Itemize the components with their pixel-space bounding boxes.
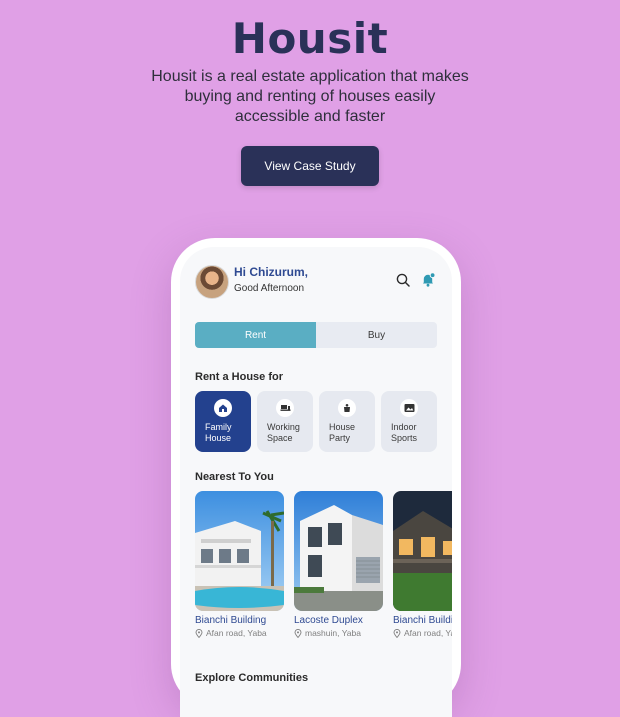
location-pin-icon [393,628,401,638]
house-icon [214,399,232,417]
category-working-space[interactable]: Working Space [257,391,313,452]
property-location-text: mashuin, Yaba [305,628,361,638]
location-pin-icon [195,628,203,638]
property-card[interactable]: Bianchi Building Afan road, Yaba [195,491,284,638]
property-card[interactable]: Lacoste Duplex mashuin, Yaba [294,491,383,638]
property-image [393,491,452,611]
explore-section-title: Explore Communities [195,672,309,684]
bell-icon [423,272,436,287]
property-name: Bianchi Building [393,615,452,626]
rent-tab[interactable]: Rent [195,322,316,348]
phone-mockup: Hi Chizurum, Good Afternoon Rent Buy Ren… [171,238,461,717]
property-image [195,491,284,611]
nearest-section-title: Nearest To You [195,471,274,483]
property-location-text: Afan road, Yaba [206,628,267,638]
category-list: Family House Working Space House Party I… [195,391,437,452]
rent-buy-toggle: Rent Buy [195,322,437,348]
property-location: mashuin, Yaba [294,628,383,638]
category-family-house[interactable]: Family House [195,391,251,452]
property-card[interactable]: Bianchi Building Afan road, Yaba [393,491,452,638]
category-label: Indoor Sports [391,422,418,443]
app-screen: Hi Chizurum, Good Afternoon Rent Buy Ren… [180,247,452,717]
category-label: Working Space [267,422,300,443]
notifications-button[interactable] [419,271,437,289]
search-button[interactable] [394,271,412,289]
hero-description: Housit is a real estate application that… [151,68,469,125]
property-location-text: Afan road, Yaba [404,628,452,638]
search-icon [396,273,410,287]
desk-icon [276,399,294,417]
greeting-name: Hi Chizurum, [234,265,308,279]
category-house-party[interactable]: House Party [319,391,375,452]
category-label: Family House [205,422,232,443]
category-label: House Party [329,422,356,443]
view-case-study-button[interactable]: View Case Study [241,146,379,186]
greeting-subtitle: Good Afternoon [234,283,305,294]
property-name: Bianchi Building [195,615,267,626]
picture-icon [400,399,418,417]
buy-tab[interactable]: Buy [316,322,437,348]
party-icon [338,399,356,417]
avatar[interactable] [195,265,229,299]
rent-section-title: Rent a House for [195,371,284,383]
hero-title: Housit [231,14,389,63]
category-indoor-sports[interactable]: Indoor Sports [381,391,437,452]
property-list: Bianchi Building Afan road, Yaba Lacoste… [195,491,452,638]
location-pin-icon [294,628,302,638]
property-name: Lacoste Duplex [294,615,363,626]
property-location: Afan road, Yaba [393,628,452,638]
property-location: Afan road, Yaba [195,628,284,638]
property-image [294,491,383,611]
